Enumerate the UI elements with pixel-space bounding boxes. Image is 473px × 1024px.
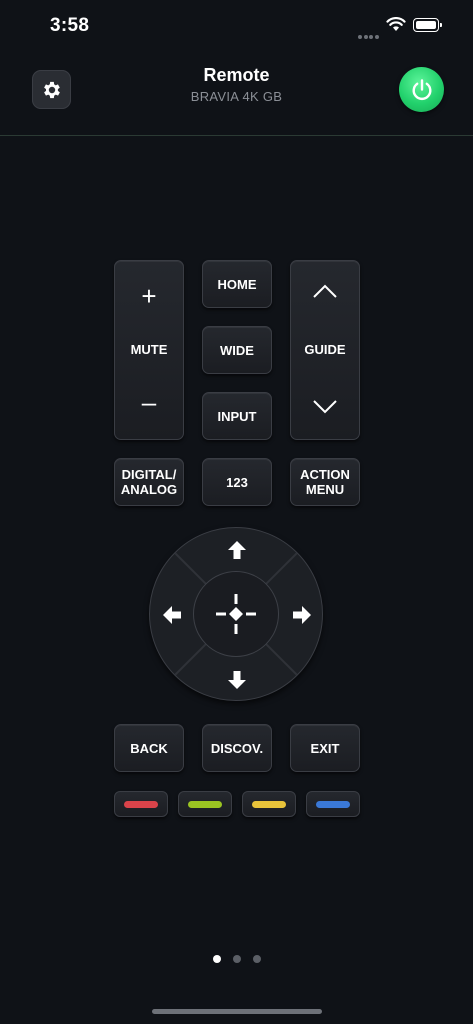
channel-down-icon[interactable] bbox=[312, 399, 338, 415]
red-indicator bbox=[124, 800, 158, 808]
action-menu-label-1: ACTION bbox=[300, 467, 350, 482]
home-indicator[interactable] bbox=[152, 1009, 322, 1014]
power-icon bbox=[412, 78, 431, 100]
exit-button[interactable]: EXIT bbox=[290, 724, 360, 772]
status-time: 3:58 bbox=[50, 15, 90, 36]
volume-down-button[interactable]: – bbox=[142, 389, 156, 415]
dpad-down-button[interactable] bbox=[212, 662, 262, 698]
action-menu-button[interactable]: ACTION MENU bbox=[290, 458, 360, 506]
wifi-icon bbox=[386, 17, 406, 37]
volume-mute-rocker: + MUTE – bbox=[114, 260, 184, 440]
page-dot[interactable] bbox=[213, 955, 221, 963]
dpad-up-button[interactable] bbox=[212, 532, 262, 568]
home-button[interactable]: HOME bbox=[202, 260, 272, 308]
wide-button[interactable]: WIDE bbox=[202, 326, 272, 374]
input-button[interactable]: INPUT bbox=[202, 392, 272, 440]
num-123-button[interactable]: 123 bbox=[202, 458, 272, 506]
guide-channel-rocker: GUIDE bbox=[290, 260, 360, 440]
digital-analog-label-2: ANALOG bbox=[120, 482, 178, 497]
arrow-down-icon bbox=[228, 671, 246, 689]
page-dot[interactable] bbox=[233, 955, 241, 963]
blue-button[interactable] bbox=[306, 791, 360, 817]
red-button[interactable] bbox=[114, 791, 168, 817]
mute-button[interactable]: MUTE bbox=[131, 342, 168, 357]
arrow-left-icon bbox=[163, 606, 181, 624]
discover-button[interactable]: DISCOV. bbox=[202, 724, 272, 772]
digital-analog-button[interactable]: DIGITAL/ ANALOG bbox=[114, 458, 184, 506]
cellular-signal-icon bbox=[358, 26, 380, 39]
crosshair-icon bbox=[216, 594, 256, 634]
dpad-left-button[interactable] bbox=[154, 590, 190, 640]
yellow-indicator bbox=[252, 800, 286, 808]
battery-icon bbox=[413, 18, 442, 32]
digital-analog-label-1: DIGITAL/ bbox=[121, 467, 177, 482]
guide-button[interactable]: GUIDE bbox=[304, 342, 345, 357]
green-button[interactable] bbox=[178, 791, 232, 817]
dpad-right-button[interactable] bbox=[284, 590, 320, 640]
channel-up-icon[interactable] bbox=[312, 283, 338, 299]
header-divider bbox=[0, 135, 473, 136]
dpad bbox=[149, 527, 323, 701]
back-button[interactable]: BACK bbox=[114, 724, 184, 772]
power-button[interactable] bbox=[399, 67, 444, 112]
green-indicator bbox=[188, 800, 222, 808]
action-menu-label-2: MENU bbox=[305, 482, 345, 497]
arrow-up-icon bbox=[228, 541, 246, 559]
arrow-right-icon bbox=[293, 606, 311, 624]
yellow-button[interactable] bbox=[242, 791, 296, 817]
dpad-select-button[interactable] bbox=[193, 571, 279, 657]
page-dot[interactable] bbox=[253, 955, 261, 963]
page-indicator[interactable] bbox=[213, 950, 273, 968]
blue-indicator bbox=[316, 800, 350, 808]
volume-up-button[interactable]: + bbox=[141, 283, 156, 309]
